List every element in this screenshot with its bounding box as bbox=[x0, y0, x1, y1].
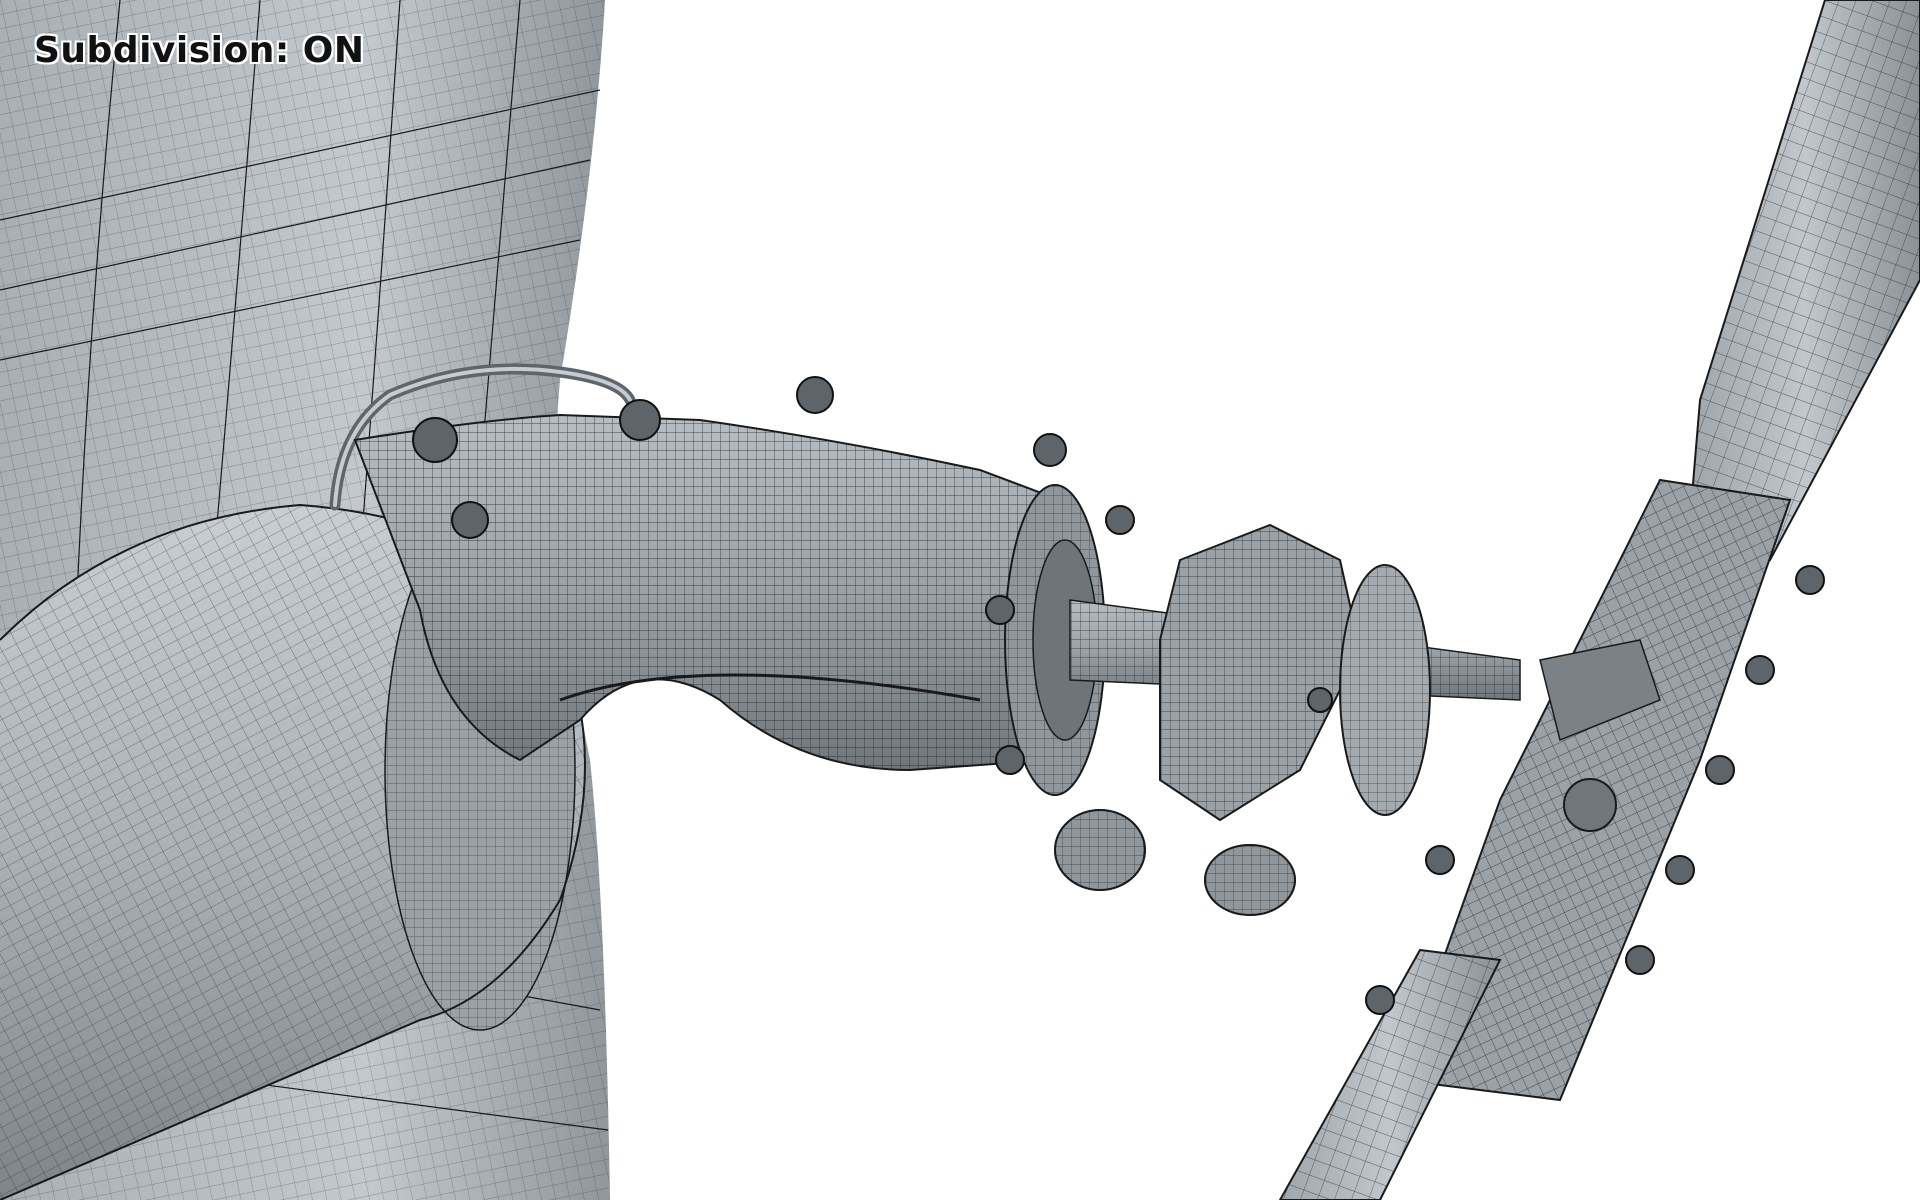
rotor-blade-upper bbox=[1688, 0, 1920, 562]
pitch-housing bbox=[1159, 523, 1431, 822]
3d-viewport[interactable]: Subdivision: ON bbox=[0, 0, 1920, 1200]
wireframe-scene[interactable] bbox=[0, 0, 1920, 1200]
subdivision-status-label: Subdivision: ON bbox=[34, 30, 365, 71]
rod-ends bbox=[1054, 809, 1296, 916]
